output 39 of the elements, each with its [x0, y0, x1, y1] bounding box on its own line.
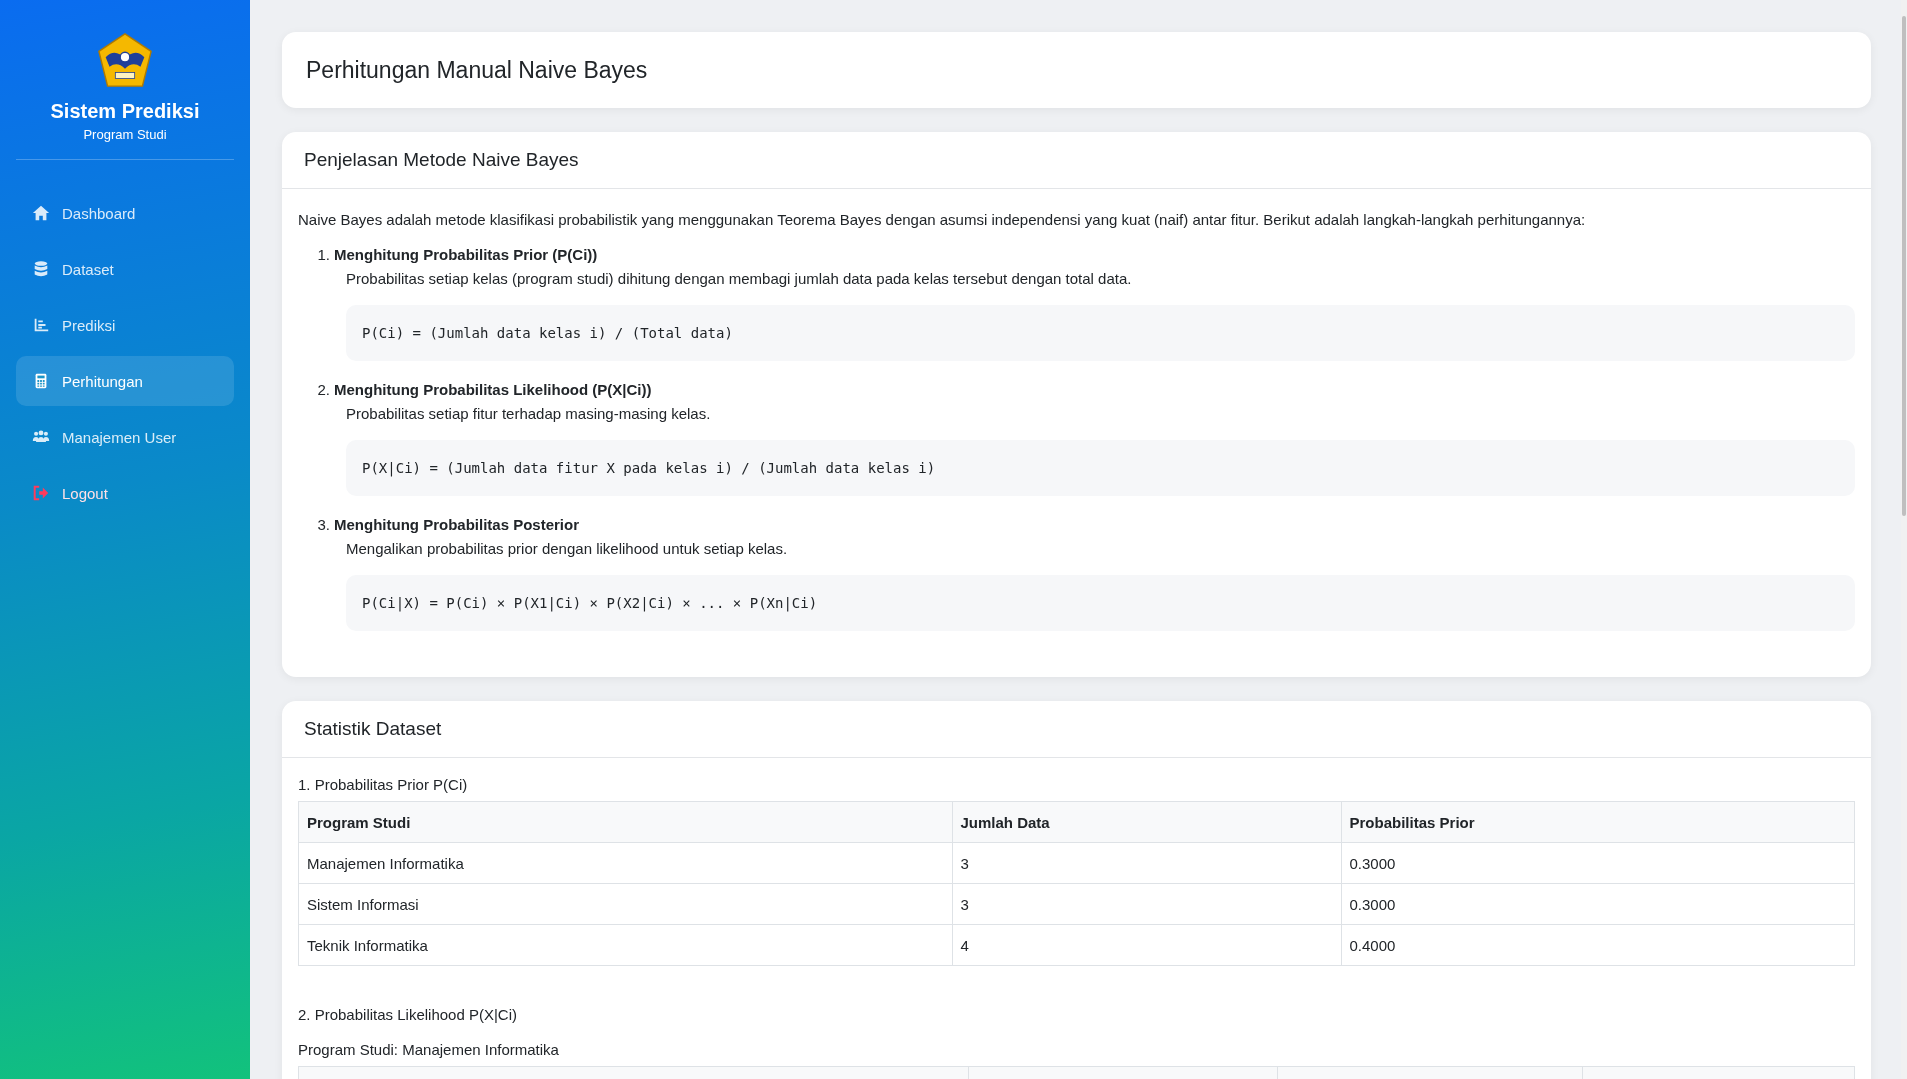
formula-block: P(Ci) = (Jumlah data kelas i) / (Total data) — [346, 305, 1855, 361]
intro-paragraph: Naive Bayes adalah metode klasifikasi probabilistik yang menggunakan Teorema Bayes dengan asumsi independensi yang kuat (naif) antar fitur. Berikut adalah langkah-langkah perhitungannya: — [298, 211, 1587, 228]
table-cell: Manajemen Informatika — [298, 842, 952, 884]
formula-block: P(X|Ci) = (Jumlah data fitur X pada kelas i) / (Jumlah data kelas i) — [346, 440, 1855, 496]
section-heading: 1. Probabilitas Prior P(Ci) — [298, 776, 469, 793]
step-number: 2. — [316, 381, 330, 398]
sidebar-item[interactable]: Dataset — [16, 244, 234, 294]
step-description: Probabilitas setiap fitur terhadap masing-masing kelas. — [346, 405, 712, 422]
sidebar-item[interactable]: Dashboard — [16, 188, 234, 238]
sidebar-item[interactable]: Manajemen User — [16, 412, 234, 462]
step-description: Mengalikan probabilitas prior dengan likelihood untuk setiap kelas. — [346, 540, 789, 557]
table-cell: 0.4000 — [1341, 924, 1855, 966]
table-cell: 0.3000 — [1341, 842, 1855, 884]
step-number: 3. — [316, 516, 330, 533]
step-description: Probabilitas setiap kelas (program studi) dihitung dengan membagi jumlah data pada kelas tersebut dengan total data. — [346, 270, 1133, 287]
table-cell: Sistem Informasi — [298, 883, 952, 925]
column-header: Program Studi — [298, 801, 952, 843]
table-cell: 0.3000 — [1341, 883, 1855, 925]
step-title: Menghitung Probabilitas Prior (P(Ci)) — [334, 246, 598, 263]
sidebar-item[interactable]: Prediksi — [16, 300, 234, 350]
column-header: Probabilitas Prior — [1341, 801, 1855, 843]
table-cell: 3 — [952, 842, 1341, 884]
card-title: Statistik Dataset — [304, 718, 442, 740]
page-title: Perhitungan Manual Naive Bayes — [306, 56, 648, 84]
app-subtitle: Program Studi — [83, 127, 167, 142]
table-cell: Teknik Informatika — [298, 924, 952, 966]
card-title: Penjelasan Metode Naive Bayes — [304, 149, 579, 171]
step-title: Menghitung Probabilitas Likelihood (P(X|Ci)) — [334, 381, 652, 398]
column-header: Jumlah Data — [952, 801, 1341, 843]
section-heading: 2. Probabilitas Likelihood P(X|Ci) — [298, 1006, 518, 1023]
sidebar-item[interactable]: Perhitungan — [16, 356, 234, 406]
table-cell: 4 — [952, 924, 1341, 966]
section-heading: Program Studi: Manajemen Informatika — [298, 1041, 560, 1058]
table-cell: 3 — [952, 883, 1341, 925]
step-number: 1. — [316, 246, 330, 263]
sidebar-item[interactable]: Logout — [16, 468, 234, 518]
formula-block: P(Ci|X) = P(Ci) × P(X1|Ci) × P(X2|Ci) × ... × P(Xn|Ci) — [346, 575, 1855, 631]
app-title: Sistem Prediksi — [50, 100, 200, 123]
step-title: Menghitung Probabilitas Posterior — [334, 516, 580, 533]
